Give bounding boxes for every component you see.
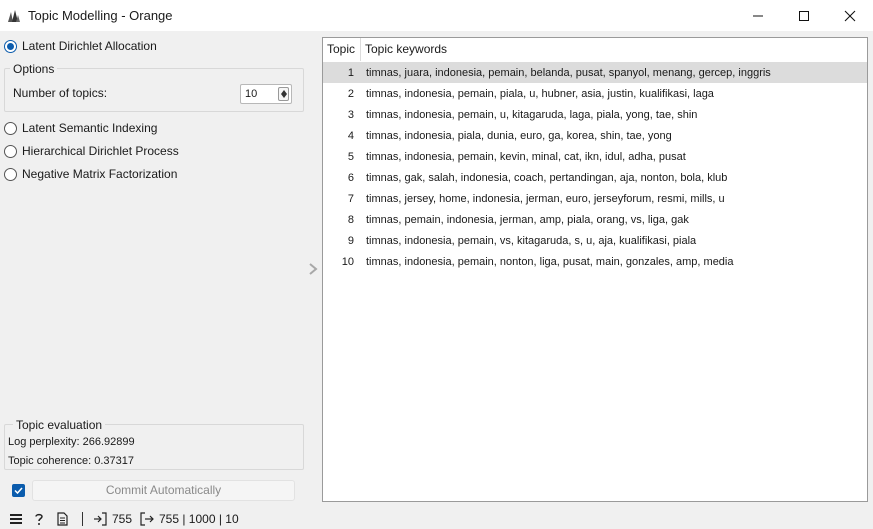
topic-evaluation-title: Topic evaluation <box>13 418 106 432</box>
topic-keywords-cell: timnas, indonesia, piala, dunia, euro, g… <box>366 129 672 142</box>
method-label-nmf: Negative Matrix Factorization <box>22 167 178 181</box>
topic-keywords-cell: timnas, indonesia, pemain, piala, u, hub… <box>366 87 714 100</box>
table-header: Topic Topic keywords <box>323 38 867 61</box>
input-data-icon <box>94 512 107 526</box>
window-title: Topic Modelling - Orange <box>28 8 173 23</box>
table-row[interactable]: 3 timnas, indonesia, pemain, u, kitagarud… <box>323 104 867 125</box>
log-perplexity-text: Log perplexity: 266.92899 <box>8 436 135 448</box>
topic-keywords-cell: timnas, pemain, indonesia, jerman, amp, … <box>366 213 689 226</box>
number-of-topics-label: Number of topics: <box>13 86 108 100</box>
column-header-keywords[interactable]: Topic keywords <box>361 38 447 61</box>
topic-number-cell: 2 <box>347 87 354 100</box>
topic-number-cell: 4 <box>347 129 354 142</box>
table-row[interactable]: 9 timnas, indonesia, pemain, vs, kitagaru… <box>323 230 867 251</box>
maximize-icon <box>799 10 809 21</box>
topic-number-cell: 6 <box>347 171 354 184</box>
status-separator <box>82 512 83 526</box>
radio-button-checked[interactable] <box>4 39 17 53</box>
topic-keywords-cell: timnas, juara, indonesia, pemain, beland… <box>366 66 771 79</box>
chevron-right-icon[interactable] <box>307 262 319 276</box>
method-radio-hdp[interactable]: Hierarchical Dirichlet Process <box>4 142 179 160</box>
topics-table[interactable]: Topic Topic keywords 1 timnas, juara, ind… <box>322 37 868 502</box>
orange-app-icon <box>8 9 20 22</box>
topic-number-cell: 3 <box>347 108 354 121</box>
minimize-icon <box>753 15 763 16</box>
method-label-lsi: Latent Semantic Indexing <box>22 121 158 135</box>
report-document-icon[interactable] <box>55 512 69 526</box>
method-label-hdp: Hierarchical Dirichlet Process <box>22 144 179 158</box>
topic-number-cell: 9 <box>347 234 354 247</box>
spin-down-icon[interactable] <box>281 94 287 98</box>
control-panel: Latent Dirichlet Allocation Options Numb… <box>0 31 310 506</box>
table-row[interactable]: 4 timnas, indonesia, piala, dunia, euro, … <box>323 125 867 146</box>
spin-arrows-icon[interactable] <box>278 87 289 101</box>
table-row[interactable]: 8 timnas, pemain, indonesia, jerman, amp,… <box>323 209 867 230</box>
table-row[interactable]: 6 timnas, gak, salah, indonesia, coach, p… <box>323 167 867 188</box>
table-row[interactable]: 7 timnas, jersey, home, indonesia, jerman… <box>323 188 867 209</box>
topic-keywords-cell: timnas, indonesia, pemain, nonton, liga,… <box>366 255 734 268</box>
topic-keywords-cell: timnas, indonesia, pemain, vs, kitagarud… <box>366 234 697 247</box>
topic-number-cell: 1 <box>347 66 354 79</box>
method-radio-nmf[interactable]: Negative Matrix Factorization <box>4 165 177 183</box>
output-summary: 755 | 1000 | 10 <box>159 512 239 526</box>
close-button[interactable] <box>827 0 873 31</box>
table-row[interactable]: 5 timnas, indonesia, pemain, kevin, minal… <box>323 146 867 167</box>
topic-keywords-cell: timnas, gak, salah, indonesia, coach, pe… <box>366 171 728 184</box>
topic-keywords-cell: timnas, indonesia, pemain, u, kitagaruda… <box>366 108 698 121</box>
close-icon <box>844 10 856 21</box>
checkmark-icon <box>14 487 23 495</box>
method-radio-lda[interactable]: Latent Dirichlet Allocation <box>4 37 157 55</box>
title-bar: Topic Modelling - Orange <box>0 0 873 31</box>
auto-commit-checkbox[interactable] <box>12 484 25 497</box>
hamburger-menu-icon[interactable] <box>9 512 23 526</box>
options-group-title: Options <box>10 62 58 76</box>
table-row[interactable]: 1 timnas, juara, indonesia, pemain, belan… <box>323 62 867 83</box>
topic-coherence-text: Topic coherence: 0.37317 <box>8 455 134 467</box>
topic-number-cell: 7 <box>347 192 354 205</box>
radio-button[interactable] <box>4 144 17 158</box>
number-of-topics-spinbox[interactable]: 10 <box>240 84 292 104</box>
topic-number-cell: 5 <box>347 150 354 163</box>
topic-keywords-cell: timnas, indonesia, pemain, kevin, minal,… <box>366 150 686 163</box>
help-icon[interactable] <box>32 512 46 526</box>
input-count: 755 <box>112 512 133 526</box>
topic-number-cell: 8 <box>347 213 354 226</box>
topic-number-cell: 10 <box>341 255 354 268</box>
output-data-icon <box>140 512 154 526</box>
minimize-button[interactable] <box>735 0 781 31</box>
commit-button[interactable]: Commit Automatically <box>32 480 295 501</box>
number-of-topics-value[interactable]: 10 <box>245 88 257 100</box>
method-radio-lsi[interactable]: Latent Semantic Indexing <box>4 119 157 137</box>
radio-button[interactable] <box>4 167 17 181</box>
status-bar: 755 755 | 1000 | 10 <box>0 508 873 529</box>
column-header-topic[interactable]: Topic <box>323 38 361 61</box>
maximize-button[interactable] <box>781 0 827 31</box>
table-row[interactable]: 2 timnas, indonesia, pemain, piala, u, hu… <box>323 83 867 104</box>
method-label-lda: Latent Dirichlet Allocation <box>22 39 157 53</box>
table-row[interactable]: 10 timnas, indonesia, pemain, nonton, lig… <box>323 251 867 272</box>
topic-keywords-cell: timnas, jersey, home, indonesia, jerman,… <box>366 192 725 205</box>
radio-button[interactable] <box>4 121 17 135</box>
